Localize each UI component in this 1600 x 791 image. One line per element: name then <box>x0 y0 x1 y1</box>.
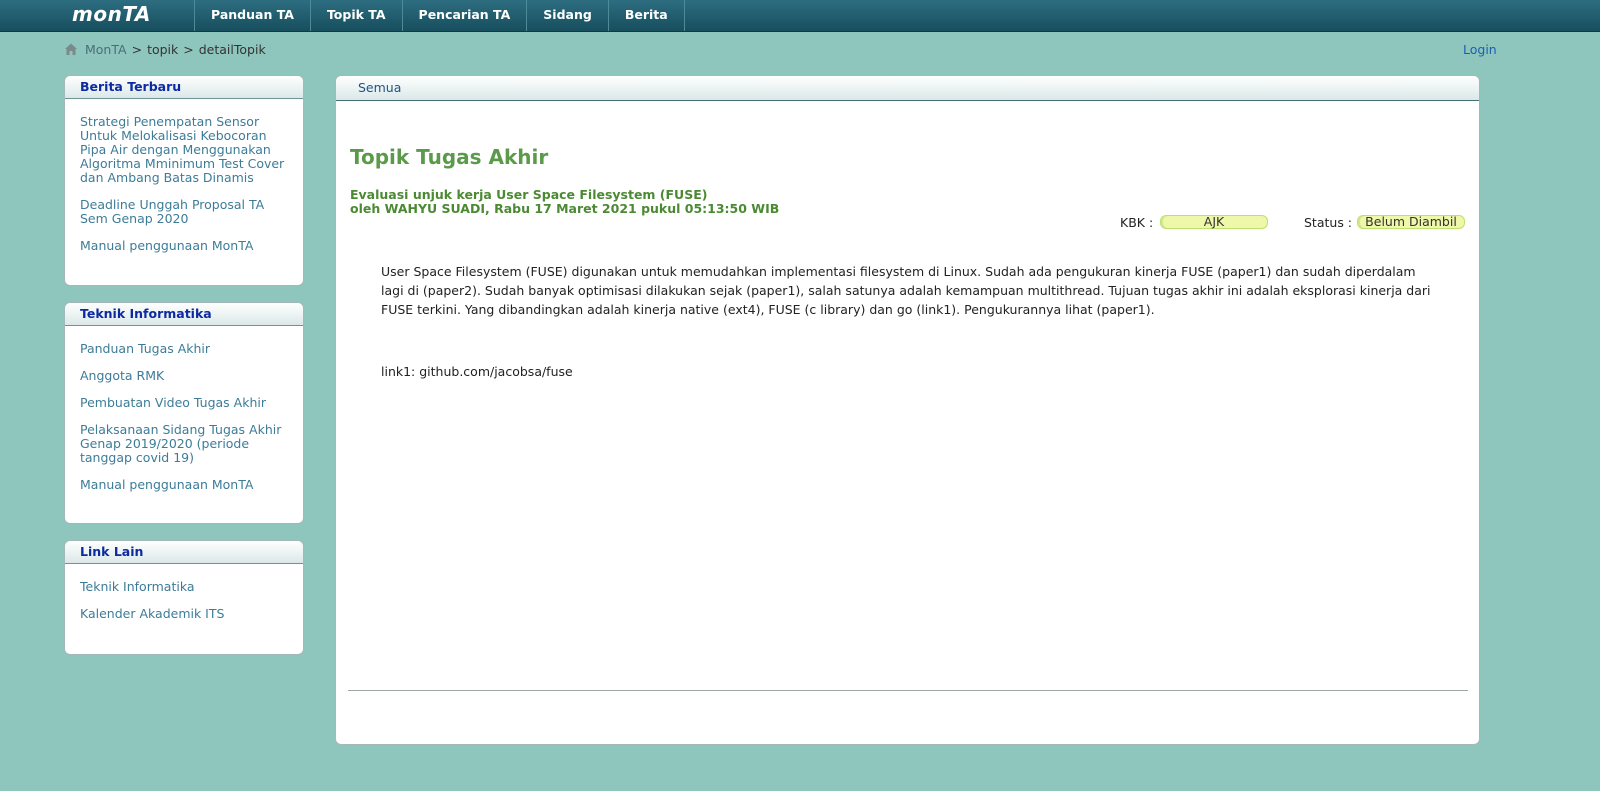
news-item[interactable]: Strategi Penempatan Sensor Untuk Melokal… <box>80 115 288 185</box>
sidebar-link[interactable]: Kalender Akademik ITS <box>80 607 288 621</box>
news-item[interactable]: Manual penggunaan MonTA <box>80 239 288 253</box>
sidebar-link[interactable]: Anggota RMK <box>80 369 288 383</box>
kbk-label: KBK : <box>1120 215 1154 230</box>
sidebar-link[interactable]: Pembuatan Video Tugas Akhir <box>80 396 288 410</box>
sidebar-link[interactable]: Pelaksanaan Sidang Tugas Akhir Genap 201… <box>80 423 288 465</box>
tab-semua[interactable]: Semua <box>358 76 401 99</box>
topic-description: User Space Filesystem (FUSE) digunakan u… <box>381 264 1431 317</box>
breadcrumb-topik[interactable]: topik <box>147 42 178 57</box>
tab-bar: Semua <box>336 76 1479 101</box>
sidebar-link[interactable]: Teknik Informatika <box>80 580 288 594</box>
nav-panduan-ta[interactable]: Panduan TA <box>194 0 310 31</box>
reference-link: link1: github.com/jacobsa/fuse <box>381 364 573 379</box>
panel-title: Berita Terbaru <box>65 76 303 99</box>
breadcrumb-separator: > <box>183 41 194 57</box>
topic-author-date: oleh WAHYU SUADI, Rabu 17 Maret 2021 puk… <box>350 201 780 216</box>
page-title: Topik Tugas Akhir <box>350 145 549 169</box>
app-logo[interactable]: monTA <box>72 2 151 26</box>
nav-berita[interactable]: Berita <box>607 0 685 31</box>
nav-topik-ta[interactable]: Topik TA <box>309 0 402 31</box>
breadcrumb-separator: > <box>131 41 143 57</box>
breadcrumb-detail-topik: detailTopik <box>198 41 266 57</box>
sidebar-link[interactable]: Panduan Tugas Akhir <box>80 342 288 356</box>
berita-terbaru-panel: Berita Terbaru Strategi Penempatan Senso… <box>64 75 304 286</box>
main-nav: Panduan TA Topik TA Pencarian TA Sidang … <box>194 0 685 31</box>
topic-title: Evaluasi unjuk kerja User Space Filesyst… <box>350 187 708 202</box>
teknik-informatika-panel: Teknik Informatika Panduan Tugas Akhir A… <box>64 302 304 524</box>
home-icon[interactable] <box>64 42 78 56</box>
nav-sidang[interactable]: Sidang <box>526 0 608 31</box>
divider <box>348 690 1468 691</box>
panel-title: Link Lain <box>65 541 303 564</box>
nav-pencarian-ta[interactable]: Pencarian TA <box>401 0 527 31</box>
login-link[interactable]: Login <box>1463 42 1497 57</box>
breadcrumb-home[interactable]: MonTA <box>85 42 127 57</box>
panel-title: Teknik Informatika <box>65 303 303 326</box>
sidebar-link[interactable]: Manual penggunaan MonTA <box>80 478 288 492</box>
status-label: Status : <box>1304 215 1353 230</box>
top-navbar: monTA Panduan TA Topik TA Pencarian TA S… <box>0 0 1600 32</box>
status-badge: Belum Diambil <box>1357 215 1465 229</box>
link-lain-panel: Link Lain Teknik Informatika Kalender Ak… <box>64 540 304 655</box>
news-item[interactable]: Deadline Unggah Proposal TA Sem Genap 20… <box>80 198 288 226</box>
kbk-badge: AJK <box>1160 215 1268 229</box>
topic-detail-panel: Semua Topik Tugas Akhir Evaluasi unjuk k… <box>335 75 1480 745</box>
breadcrumb: MonTA > topik > detailTopik <box>64 41 266 57</box>
